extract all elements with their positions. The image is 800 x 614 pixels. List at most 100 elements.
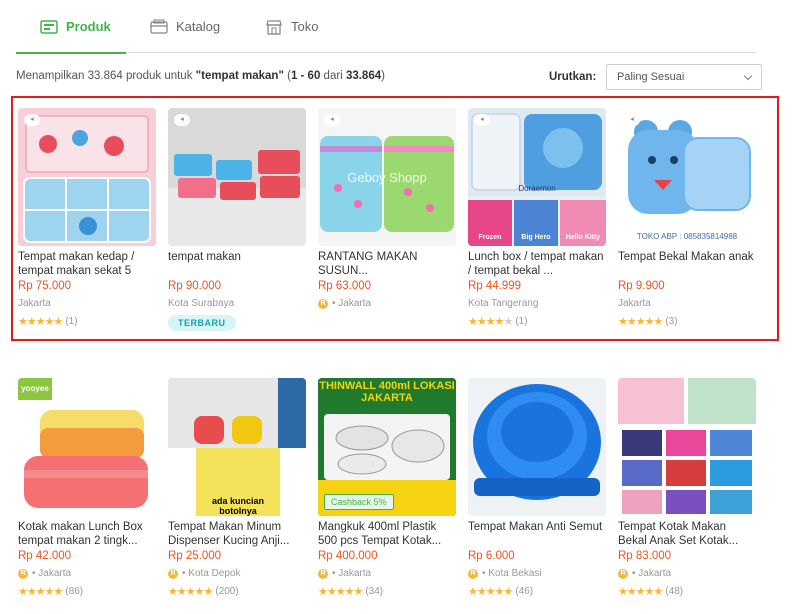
- ad-icon: ◂: [474, 114, 490, 126]
- product-card[interactable]: TOKO ABP : 085835814988 ◂ Tempat Bekal M…: [618, 108, 756, 336]
- summary-prefix: Menampilkan 33.864 produk untuk: [16, 70, 196, 82]
- ad-icon: ◂: [324, 114, 340, 126]
- summary-range: 1 - 60: [290, 70, 321, 82]
- product-location-text: Jakarta: [338, 298, 372, 309]
- tab-katalog[interactable]: Katalog: [126, 0, 241, 53]
- product-card[interactable]: THINWALL 400ml LOKASI JAKARTA Cashback 5…: [318, 378, 456, 606]
- star-rating-icon: ★★★★★: [468, 316, 513, 328]
- product-name[interactable]: Tempat Makan Anti Semut: [468, 520, 606, 548]
- official-store-icon: R: [318, 298, 328, 309]
- product-row-promoted: ◂ Tempat makan kedap / tempat makan seka…: [18, 108, 758, 338]
- product-price: Rp 44.999: [468, 280, 522, 292]
- variant-label-hello-kitty: Hello Kitty: [565, 234, 601, 241]
- star-rating-icon: ★★★★★: [168, 586, 213, 598]
- review-count: (34): [365, 586, 384, 597]
- product-location-text: Jakarta: [38, 568, 72, 579]
- brand-logo-text: yooyee: [21, 384, 49, 393]
- product-card[interactable]: ada kuncian botolnya Tempat Makan Minum …: [168, 378, 306, 606]
- chevron-down-icon: [743, 71, 753, 81]
- product-name[interactable]: RANTANG MAKAN SUSUN...: [318, 250, 456, 278]
- product-image[interactable]: THINWALL 400ml LOKASI JAKARTA Cashback 5…: [318, 378, 456, 516]
- star-rating-icon: ★★★★★: [18, 586, 63, 598]
- product-rating: ★★★★★ (86): [18, 585, 156, 598]
- review-count: (86): [65, 586, 84, 597]
- product-location: Jakarta: [18, 298, 156, 309]
- product-rating: ★★★★★ (1): [18, 315, 156, 328]
- product-rating: ★★★★★ (1): [468, 315, 606, 328]
- product-rating: ★★★★★ (34): [318, 585, 456, 598]
- product-price: Rp 90.000: [168, 280, 222, 292]
- product-location-text: Kota Depok: [188, 568, 241, 579]
- product-card[interactable]: Tempat Kotak Makan Bekal Anak Set Kotak.…: [618, 378, 756, 606]
- product-rating: ★★★★★ (3): [618, 315, 756, 328]
- product-image[interactable]: ada kuncian botolnya: [168, 378, 306, 516]
- thumbnail-caption: THINWALL 400ml LOKASI JAKARTA: [319, 380, 455, 404]
- product-location: Kota Tangerang: [468, 298, 606, 309]
- product-location: R • Kota Depok: [168, 568, 306, 579]
- product-card[interactable]: ◂ Tempat makan kedap / tempat makan seka…: [18, 108, 156, 336]
- thumbnail-caption: Doraemon: [518, 184, 556, 193]
- official-store-icon: R: [618, 568, 628, 579]
- ad-icon: ◂: [24, 114, 40, 126]
- summary-range-close: ): [381, 70, 385, 82]
- sort-dropdown[interactable]: Paling Sesuai: [606, 64, 762, 90]
- product-icon: [40, 19, 58, 35]
- product-location: Kota Surabaya: [168, 298, 306, 309]
- cashback-badge: Cashback 5%: [324, 494, 394, 510]
- product-location: R • Jakarta: [618, 568, 756, 579]
- product-rating: ★★★★★ (46): [468, 585, 606, 598]
- product-name[interactable]: Mangkuk 400ml Plastik 500 pcs Tempat Kot…: [318, 520, 456, 548]
- star-rating-icon: ★★★★★: [318, 586, 363, 598]
- product-card[interactable]: Tempat Makan Anti Semut Rp 6.000 R • Kota…: [468, 378, 606, 606]
- product-name[interactable]: tempat makan: [168, 250, 306, 278]
- variant-label-frozen: Frozen: [478, 234, 502, 241]
- product-location-text: Kota Tangerang: [468, 298, 539, 309]
- star-rating-icon: ★★★★★: [618, 316, 663, 328]
- review-count: (1): [65, 316, 78, 327]
- product-price: Rp 400.000: [318, 550, 378, 562]
- product-row: yooyee Kotak makan Lunch Box tempat maka…: [18, 378, 758, 608]
- product-card[interactable]: ◂ tempat makan Rp 90.000 Kota Surabaya T…: [168, 108, 306, 336]
- product-name[interactable]: Tempat Bekal Makan anak: [618, 250, 756, 278]
- thumbnail-caption: ada kuncian botolnya: [211, 496, 265, 516]
- official-store-icon: R: [168, 568, 178, 579]
- summary-range-open: (: [283, 70, 291, 82]
- product-price: Rp 9.900: [618, 280, 665, 292]
- tab-toko[interactable]: Toko: [241, 0, 341, 53]
- variant-label-big-hero: Big Hero: [521, 234, 551, 241]
- tab-produk-label: Produk: [66, 19, 111, 34]
- product-image[interactable]: Geboy Shopp ◂: [318, 108, 456, 246]
- product-name[interactable]: Tempat makan kedap / tempat makan sekat …: [18, 250, 156, 278]
- product-image[interactable]: TOKO ABP : 085835814988 ◂: [618, 108, 756, 246]
- official-store-icon: R: [468, 568, 478, 579]
- product-image[interactable]: yooyee: [18, 378, 156, 516]
- product-image[interactable]: ◂: [18, 108, 156, 246]
- product-card[interactable]: Doraemon Frozen Big Hero Hello Kitty ◂ L…: [468, 108, 606, 336]
- product-location-text: Jakarta: [338, 568, 372, 579]
- product-name[interactable]: Tempat Kotak Makan Bekal Anak Set Kotak.…: [618, 520, 756, 548]
- product-image[interactable]: [468, 378, 606, 516]
- product-name[interactable]: Kotak makan Lunch Box tempat makan 2 tin…: [18, 520, 156, 548]
- review-count: (200): [215, 586, 239, 597]
- product-name[interactable]: Lunch box / tempat makan / tempat bekal …: [468, 250, 606, 278]
- summary-total: 33.864: [345, 70, 382, 82]
- product-price: Rp 63.000: [318, 280, 372, 292]
- product-location: R • Jakarta: [318, 568, 456, 579]
- sort-value: Paling Sesuai: [617, 71, 685, 83]
- tab-produk[interactable]: Produk: [16, 0, 126, 54]
- product-image[interactable]: ◂: [168, 108, 306, 246]
- product-location: Jakarta: [618, 298, 756, 309]
- star-rating-icon: ★★★★★: [18, 316, 63, 328]
- product-image[interactable]: [618, 378, 756, 516]
- product-price: Rp 6.000: [468, 550, 515, 562]
- review-count: (48): [665, 586, 684, 597]
- ad-icon: ◂: [624, 114, 640, 126]
- review-count: (3): [665, 316, 678, 327]
- product-card[interactable]: yooyee Kotak makan Lunch Box tempat maka…: [18, 378, 156, 606]
- star-rating-icon: ★★★★★: [618, 586, 663, 598]
- store-icon: [265, 19, 283, 35]
- product-card[interactable]: Geboy Shopp ◂ RANTANG MAKAN SUSUN... Rp …: [318, 108, 456, 336]
- product-image[interactable]: Doraemon Frozen Big Hero Hello Kitty ◂: [468, 108, 606, 246]
- product-price: Rp 25.000: [168, 550, 222, 562]
- product-name[interactable]: Tempat Makan Minum Dispenser Kucing Anji…: [168, 520, 306, 548]
